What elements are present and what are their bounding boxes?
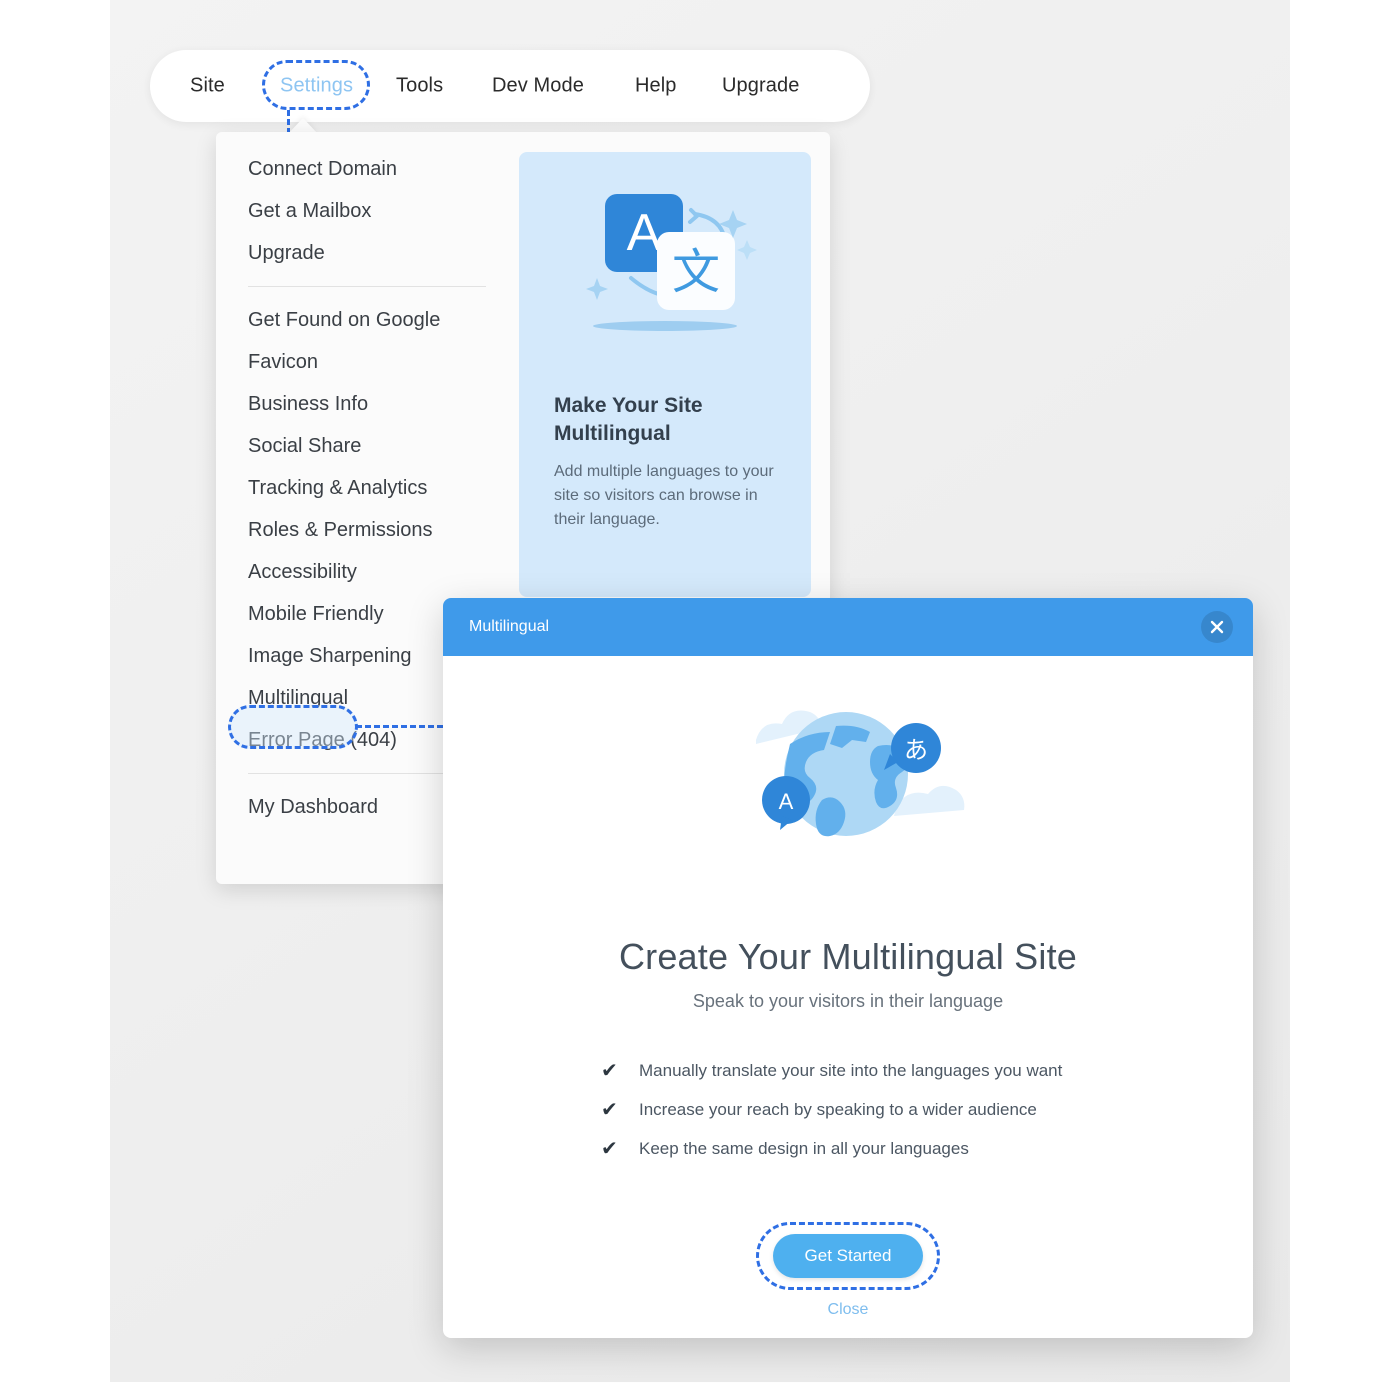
svg-text:A: A <box>627 204 662 262</box>
list-item: ✔ Manually translate your site into the … <box>601 1051 1121 1090</box>
nav-item-tools[interactable]: Tools <box>396 75 443 98</box>
check-icon: ✔ <box>601 1138 618 1160</box>
promo-title: Make Your Site Multilingual <box>554 394 703 445</box>
nav-item-dev-mode[interactable]: Dev Mode <box>492 75 584 98</box>
menu-item-get-a-mailbox[interactable]: Get a Mailbox <box>216 190 516 232</box>
check-icon: ✔ <box>601 1099 618 1121</box>
multilingual-promo-card[interactable]: A 文 Make Your Site Multilingual Add mult… <box>519 152 811 597</box>
settings-focus-ring <box>262 60 370 110</box>
menu-divider-1 <box>248 286 486 287</box>
globe-illustration: A あ <box>718 688 978 858</box>
menu-item-business-info[interactable]: Business Info <box>216 383 516 425</box>
svg-text:あ: あ <box>904 736 928 764</box>
close-link[interactable]: Close <box>443 1301 1253 1319</box>
multilingual-modal: Multilingual A あ Create Your Multilingua… <box>443 598 1253 1338</box>
get-started-button[interactable]: Get Started <box>773 1234 923 1278</box>
nav-item-upgrade[interactable]: Upgrade <box>722 75 799 98</box>
feature-list: ✔ Manually translate your site into the … <box>601 1051 1121 1168</box>
translate-icon: A 文 <box>519 174 811 354</box>
menu-item-connect-domain[interactable]: Connect Domain <box>216 148 516 190</box>
list-item-label: Manually translate your site into the la… <box>639 1060 1063 1080</box>
list-item: ✔ Increase your reach by speaking to a w… <box>601 1090 1121 1129</box>
menu-item-roles-permissions[interactable]: Roles & Permissions <box>216 509 516 551</box>
promo-description: Add multiple languages to your site so v… <box>554 463 774 528</box>
svg-text:文: 文 <box>672 244 720 300</box>
modal-header: Multilingual <box>443 598 1253 656</box>
menu-item-favicon[interactable]: Favicon <box>216 341 516 383</box>
menu-item-social-share[interactable]: Social Share <box>216 425 516 467</box>
menu-item-accessibility[interactable]: Accessibility <box>216 551 516 593</box>
svg-text:A: A <box>779 789 794 814</box>
list-item-label: Increase your reach by speaking to a wid… <box>639 1099 1037 1119</box>
top-navbar: Site Settings Tools Dev Mode Help Upgrad… <box>150 50 870 122</box>
modal-body: A あ Create Your Multilingual Site Speak … <box>443 656 1253 1338</box>
multilingual-focus-ring <box>228 705 358 749</box>
screenshot-root: Site Settings Tools Dev Mode Help Upgrad… <box>0 0 1400 1400</box>
modal-subheading: Speak to your visitors in their language <box>692 991 1004 1011</box>
list-item: ✔ Keep the same design in all your langu… <box>601 1129 1121 1168</box>
menu-item-tracking-analytics[interactable]: Tracking & Analytics <box>216 467 516 509</box>
check-icon: ✔ <box>601 1060 618 1082</box>
close-icon[interactable] <box>1201 611 1233 643</box>
menu-item-upgrade[interactable]: Upgrade <box>216 232 516 274</box>
list-item-label: Keep the same design in all your languag… <box>639 1138 969 1158</box>
modal-title: Multilingual <box>469 618 550 635</box>
nav-item-help[interactable]: Help <box>635 75 677 98</box>
modal-heading: Create Your Multilingual Site <box>618 936 1078 977</box>
nav-item-site[interactable]: Site <box>190 75 225 98</box>
menu-item-get-found-on-google[interactable]: Get Found on Google <box>216 299 516 341</box>
